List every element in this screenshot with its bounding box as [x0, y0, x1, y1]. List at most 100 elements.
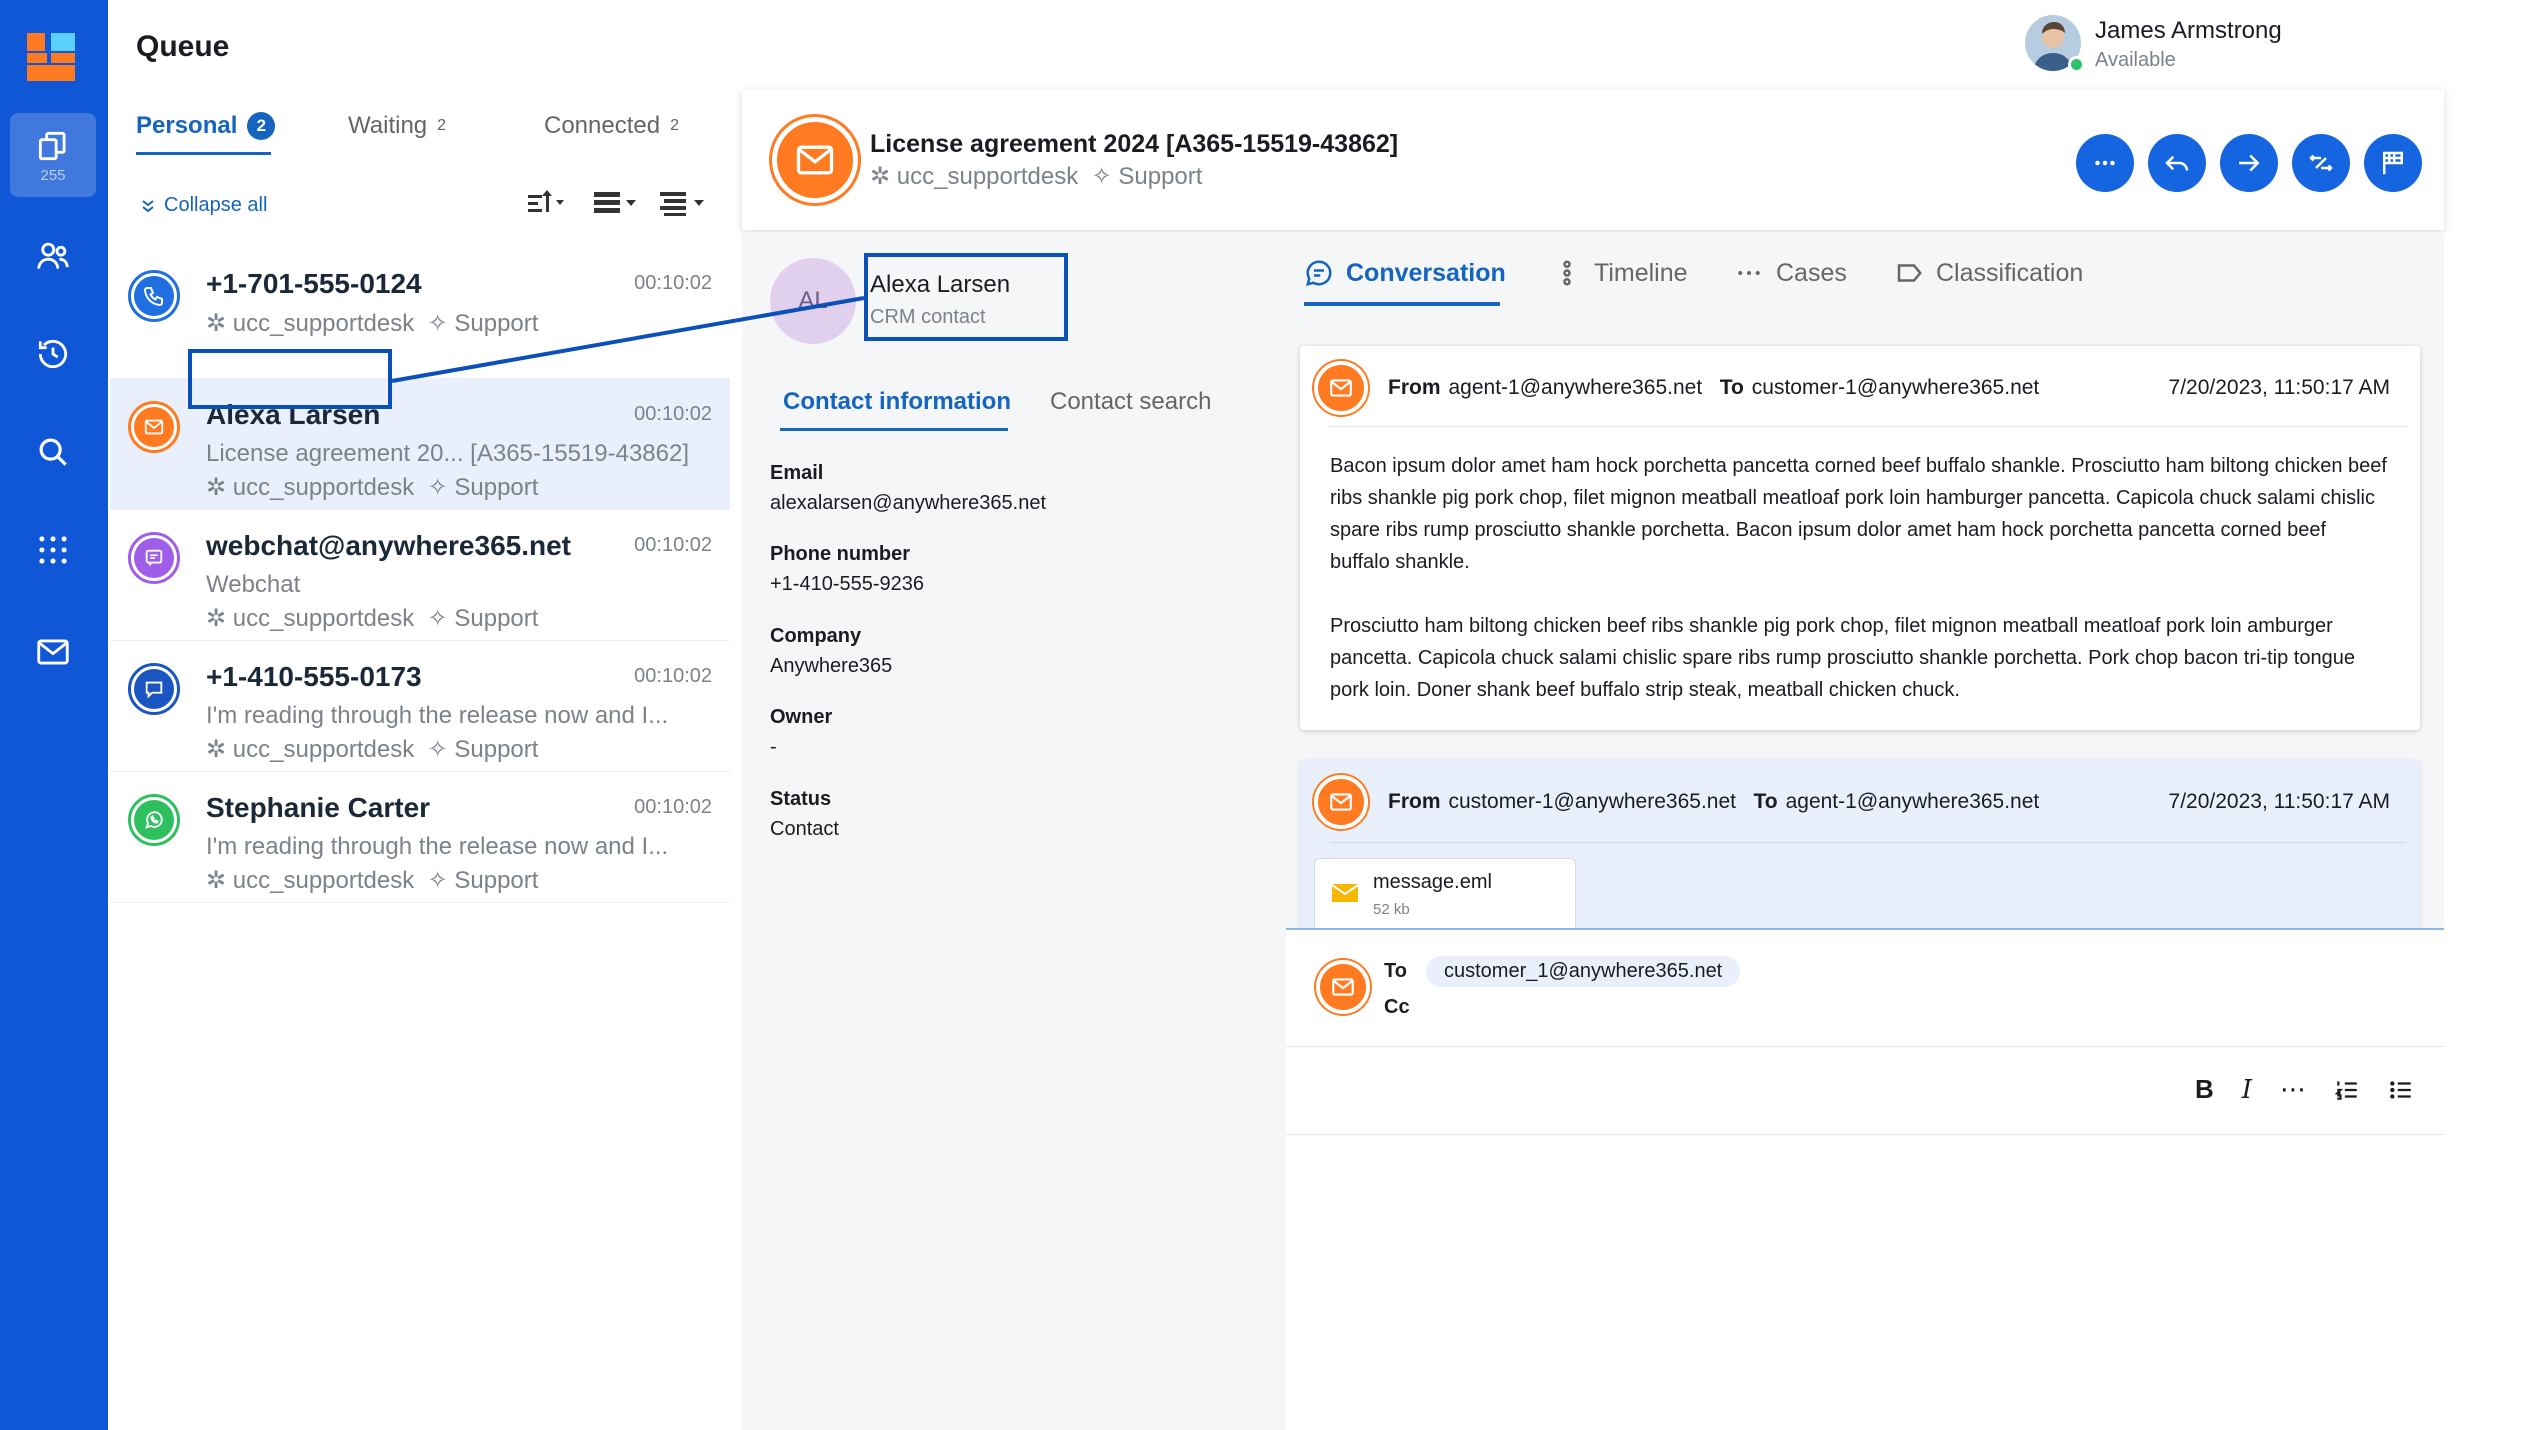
queue-item-name: +1-410-555-0173 — [206, 661, 422, 692]
tab-connected[interactable]: Connected 2 — [544, 112, 679, 140]
tab-contact-search[interactable]: Contact search — [1050, 388, 1211, 416]
reply-cc-label[interactable]: Cc — [1384, 996, 1410, 1019]
tab-personal[interactable]: Personal 2 — [136, 112, 276, 140]
user-name: James Armstrong — [2095, 17, 2282, 44]
tab-cases[interactable]: Cases — [1734, 258, 1847, 288]
highlight-box-contact-name — [864, 253, 1068, 341]
from-label: From — [1388, 376, 1441, 399]
sort-button[interactable] — [526, 188, 566, 218]
message-date: 7/20/2023, 11:50:17 AM — [2168, 790, 2390, 813]
recipient-chip[interactable]: customer_1@anywhere365.net — [1426, 956, 1741, 987]
reply-button[interactable] — [2148, 134, 2206, 192]
field-value-owner: - — [770, 736, 777, 758]
tab-waiting-label: Waiting — [348, 112, 428, 139]
queue-item-subtitle: I'm reading through the release now and … — [206, 702, 669, 729]
queue-item-queue: ucc_supportdesk — [232, 605, 415, 632]
attachment[interactable]: message.eml 52 kb — [1314, 858, 1576, 936]
transfer-button[interactable] — [2292, 134, 2350, 192]
bold-icon[interactable]: B — [2195, 1074, 2214, 1105]
numbered-list-icon[interactable] — [2334, 1077, 2360, 1103]
filter-button[interactable] — [658, 188, 710, 218]
queue-item-meta: ✲ ucc_supportdesk ✧ Support — [206, 309, 538, 338]
message-from-to: From customer-1@anywhere365.net To agent-1… — [1388, 790, 2039, 814]
tab-cases-label: Cases — [1776, 258, 1847, 287]
tab-timeline[interactable]: Timeline — [1552, 258, 1688, 288]
flag-icon — [2383, 151, 2403, 175]
channel-phone — [128, 270, 180, 322]
rail-search-button[interactable] — [10, 410, 96, 494]
rail-queue-button[interactable]: 255 — [10, 113, 96, 197]
queue-item-skill: Support — [454, 867, 539, 894]
queue-item-meta: ✲ ucc_supportdesk ✧ Support — [206, 604, 538, 633]
rail-contacts-button[interactable] — [10, 214, 96, 298]
reply-editor[interactable] — [1286, 1135, 2444, 1430]
divider — [1286, 1046, 2444, 1047]
rail-history-button[interactable] — [10, 312, 96, 396]
tab-contact-information[interactable]: Contact information — [783, 388, 1011, 416]
forward-button[interactable] — [2220, 134, 2278, 192]
presence-indicator-icon — [2068, 56, 2085, 73]
sort-icon — [528, 190, 564, 212]
whatsapp-icon — [145, 811, 163, 829]
contact-tab-indicator — [780, 428, 1008, 431]
ellipsis-icon — [2095, 160, 2115, 166]
queue-item-time: 00:10:02 — [634, 534, 712, 556]
rail-apps-button[interactable] — [10, 508, 96, 592]
queue-item-name: +1-701-555-0124 — [206, 268, 422, 299]
finish-button[interactable] — [2364, 134, 2422, 192]
queue-asterisk-icon: ✲ — [206, 736, 233, 763]
formatting-toolbar: B I ⋯ — [2195, 1074, 2414, 1105]
collapse-all-button[interactable]: Collapse all — [140, 194, 267, 217]
group-button[interactable] — [592, 188, 642, 218]
queue-item[interactable]: Stephanie Carter I'm reading through the… — [110, 772, 730, 903]
message-body: Bacon ipsum dolor amet ham hock porchett… — [1330, 450, 2390, 738]
message-paragraph: Prosciutto ham biltong chicken beef ribs… — [1330, 615, 2355, 701]
interaction-title: License agreement 2024 [A365-15519-43862… — [870, 130, 1399, 158]
tab-conversation-label: Conversation — [1346, 258, 1506, 287]
user-profile[interactable]: James Armstrong Available — [2025, 15, 2282, 72]
webchat-icon — [145, 549, 163, 566]
queue-item-time: 00:10:02 — [634, 272, 712, 294]
divider — [1330, 426, 2406, 427]
reply-composer: To customer_1@anywhere365.net Cc B I ⋯ — [1286, 928, 2444, 1430]
queue-icon — [38, 131, 66, 160]
user-status: Available — [2095, 49, 2176, 71]
list-group-icon — [594, 192, 636, 213]
more-actions-button[interactable] — [2076, 134, 2134, 192]
more-format-icon[interactable]: ⋯ — [2280, 1074, 2306, 1105]
bullet-list-icon[interactable] — [2388, 1077, 2414, 1103]
queue-asterisk-icon: ✲ — [206, 310, 233, 337]
interaction-meta: ✲ ucc_supportdesk ✧ Support — [870, 162, 1202, 191]
queue-item-meta: ✲ ucc_supportdesk ✧ Support — [206, 473, 538, 502]
to-label: To — [1719, 376, 1744, 399]
queue-count: 255 — [40, 166, 66, 184]
tab-personal-label: Personal — [136, 112, 238, 139]
email-message: From agent-1@anywhere365.net To customer-1… — [1300, 346, 2420, 730]
tab-waiting[interactable]: Waiting 2 — [348, 112, 446, 140]
skill-icon: ✧ — [420, 867, 455, 894]
rail-mail-button[interactable] — [10, 610, 96, 694]
tab-classification[interactable]: Classification — [1894, 258, 2083, 288]
queue-item-time: 00:10:02 — [634, 796, 712, 818]
queue-item[interactable]: webchat@anywhere365.net Webchat ✲ ucc_su… — [110, 510, 730, 641]
queue-asterisk-icon: ✲ — [870, 163, 897, 190]
italic-icon[interactable]: I — [2242, 1075, 2252, 1105]
field-value-phone: +1-410-555-9236 — [770, 573, 925, 595]
queue-item-queue: ucc_supportdesk — [232, 867, 415, 894]
message-channel-email — [1314, 361, 1368, 415]
queue-item[interactable]: +1-410-555-0173 I'm reading through the … — [110, 641, 730, 772]
skill-icon: ✧ — [420, 310, 455, 337]
queue-item-skill: Support — [454, 736, 539, 763]
tab-connected-label: Connected — [544, 112, 661, 139]
tab-timeline-label: Timeline — [1594, 258, 1688, 287]
list-filter-icon — [660, 192, 704, 216]
ellipsis-icon — [1738, 271, 1760, 275]
people-icon — [37, 242, 69, 269]
queue-asterisk-icon: ✲ — [206, 605, 233, 632]
tab-conversation[interactable]: Conversation — [1304, 258, 1506, 288]
queue-item-time: 00:10:02 — [634, 665, 712, 687]
arrow-right-icon — [2239, 154, 2260, 172]
queue-list: +1-701-555-0124 ✲ ucc_supportdesk ✧ Supp… — [110, 248, 730, 903]
highlight-box-queue-name — [188, 349, 392, 409]
queue-item-skill: Support — [454, 310, 539, 337]
